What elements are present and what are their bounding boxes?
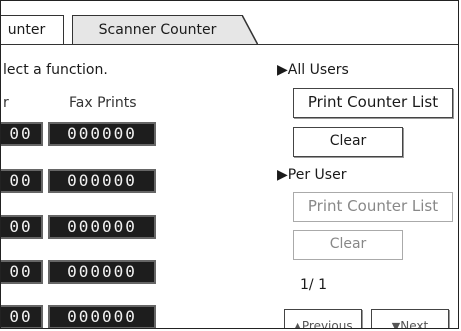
right-triangle-icon: ▶ [277, 167, 288, 183]
right-triangle-icon: ▶ [277, 62, 288, 78]
page-indicator: 1/ 1 [300, 277, 327, 293]
next-button[interactable]: ▼Next [371, 309, 449, 329]
tab-corner [242, 15, 258, 45]
counter-left-value: 00 [1, 169, 43, 193]
column-header-fax-prints: Fax Prints [69, 95, 137, 111]
all-users-print-counter-list-button[interactable]: Print Counter List [293, 88, 453, 118]
per-user-print-counter-list-button[interactable]: Print Counter List [293, 192, 453, 222]
up-triangle-icon: ▲ [293, 320, 302, 329]
previous-label: Previous [301, 319, 353, 329]
counter-fax-value: 000000 [48, 260, 156, 284]
per-user-heading: ▶Per User [277, 167, 346, 183]
per-user-clear-button[interactable]: Clear [293, 230, 403, 260]
previous-button[interactable]: ▲Previous [284, 309, 362, 329]
counter-left-value: 00 [1, 260, 43, 284]
tab-divider [1, 44, 458, 45]
all-users-heading: ▶All Users [277, 62, 349, 78]
counter-left-value: 00 [1, 122, 43, 146]
tab-scanner-counter-label: Scanner Counter [98, 22, 217, 38]
counter-left-value: 00 [1, 305, 43, 328]
per-user-label: Per User [287, 167, 347, 183]
all-users-clear-button[interactable]: Clear [293, 127, 403, 157]
counter-fax-value: 000000 [48, 215, 156, 239]
counter-left-value: 00 [1, 215, 43, 239]
counter-fax-value: 000000 [48, 122, 156, 146]
next-label: Next [400, 319, 429, 329]
counter-screen: unter Scanner Counter lect a function. r… [0, 0, 459, 329]
tab-scanner-counter[interactable]: Scanner Counter [72, 15, 242, 45]
tab-counter[interactable]: unter [1, 15, 64, 45]
counter-fax-value: 000000 [48, 305, 156, 328]
all-users-label: All Users [287, 62, 349, 78]
counter-fax-value: 000000 [48, 169, 156, 193]
column-header-partial: r [3, 95, 9, 111]
instruction-text: lect a function. [3, 62, 108, 78]
down-triangle-icon: ▼ [391, 320, 401, 329]
tab-counter-label: unter [7, 22, 46, 38]
